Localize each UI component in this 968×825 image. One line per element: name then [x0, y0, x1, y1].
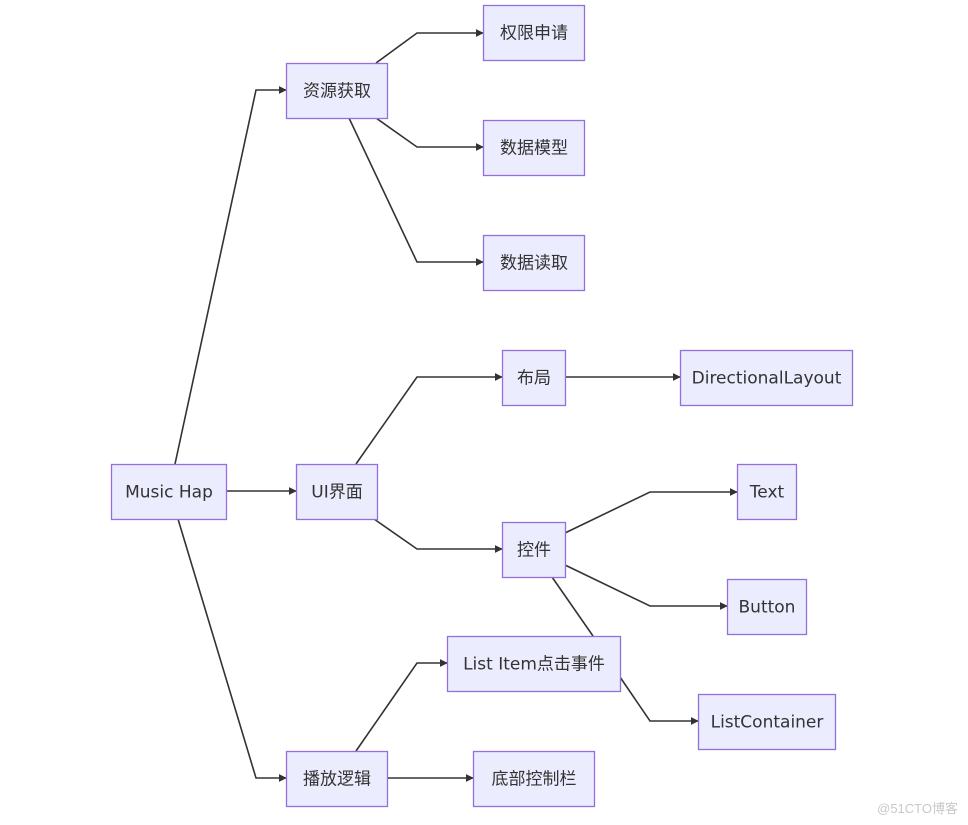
node-label: 权限申请 [500, 24, 568, 44]
node-layout[interactable]: 布局 [501, 349, 567, 407]
node-label: 底部控制栏 [492, 770, 577, 790]
node-controls[interactable]: 控件 [501, 521, 567, 579]
edge-music_hap-to-resource [174, 86, 287, 465]
node-label: UI界面 [311, 483, 362, 503]
edge-resource-to-data_read [348, 117, 484, 266]
flowchart-diagram: Music Hap 资源获取 UI界面播放逻辑 权限申请数据模型数据读取布局控件 Lis… [110, 4, 854, 808]
edge-ui-to-controls [373, 518, 503, 553]
node-label: 播放逻辑 [303, 770, 371, 790]
watermark: @51CTO博客 [877, 801, 958, 816]
node-ui[interactable]: UI界面 [295, 463, 379, 521]
edge-controls-to-list_container [619, 676, 699, 725]
node-label: Button [739, 598, 796, 618]
edge-resource-to-permission [375, 29, 484, 64]
node-playback[interactable]: 播放逻辑 [285, 750, 389, 808]
node-permission[interactable]: 权限申请 [482, 4, 586, 62]
node-music-hap[interactable]: Music Hap [110, 463, 228, 521]
node-resource[interactable]: 资源获取 [285, 62, 389, 120]
node-label: 控件 [517, 541, 551, 561]
node-text[interactable]: Text [736, 463, 798, 521]
edge-ui-to-layout [355, 373, 503, 465]
node-label: Music Hap [125, 483, 213, 503]
node-label: 数据读取 [500, 254, 568, 274]
node-data-model[interactable]: 数据模型 [482, 119, 586, 177]
node-label: ListContainer [711, 713, 824, 733]
node-label: 数据模型 [500, 139, 568, 159]
edge-playback-to-list_item_click [355, 659, 448, 752]
edge-resource-to-data_model [375, 117, 484, 151]
nodes-layer: Music Hap 资源获取 UI界面播放逻辑 权限申请数据模型数据读取布局控件 Lis… [110, 4, 854, 808]
edge-controls-to-list_container-segment [551, 576, 594, 637]
node-list-item-click[interactable]: List Item点击事件 [446, 635, 622, 693]
node-label: DirectionalLayout [692, 369, 842, 389]
node-label: Text [749, 483, 785, 503]
node-label: 布局 [517, 369, 551, 389]
node-label: List Item点击事件 [463, 655, 605, 675]
node-button[interactable]: Button [726, 578, 808, 636]
edge-controls-to-button [564, 564, 728, 610]
edge-controls-to-text [564, 488, 738, 534]
node-directional-layout[interactable]: DirectionalLayout [679, 349, 854, 407]
node-data-read[interactable]: 数据读取 [482, 234, 586, 292]
edge-music_hap-to-playback [177, 518, 287, 782]
node-label: 资源获取 [303, 82, 371, 102]
node-list-container[interactable]: ListContainer [697, 693, 837, 751]
node-bottom-bar[interactable]: 底部控制栏 [472, 750, 596, 808]
